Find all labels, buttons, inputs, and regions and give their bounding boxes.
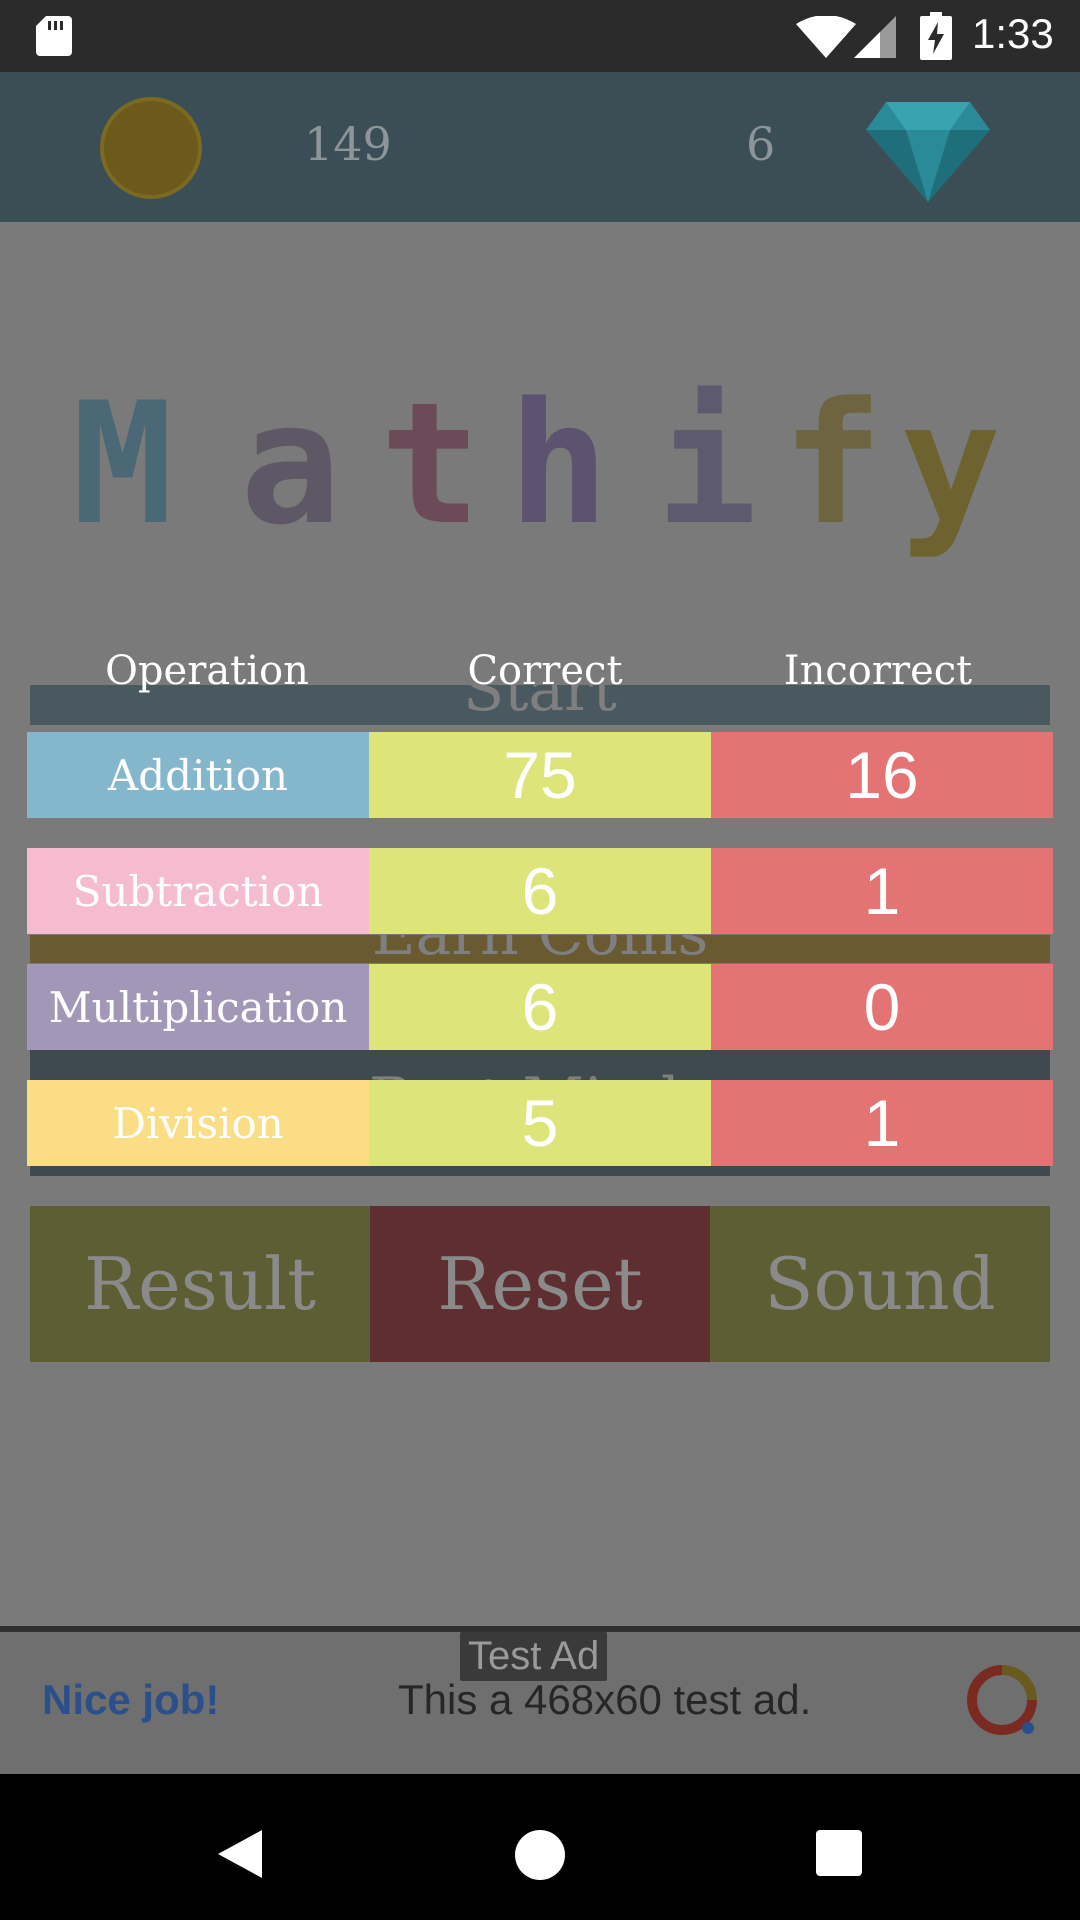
header-operation: Operation bbox=[105, 648, 309, 694]
operation-cell-subtraction: Subtraction bbox=[27, 848, 369, 934]
header-correct: Correct bbox=[467, 648, 623, 694]
recents-icon[interactable] bbox=[816, 1830, 862, 1876]
ad-headline[interactable]: Nice job! bbox=[42, 1676, 219, 1724]
coin-icon[interactable] bbox=[100, 97, 202, 199]
result-button[interactable]: Result bbox=[30, 1206, 370, 1362]
reset-button[interactable]: Reset bbox=[370, 1206, 710, 1362]
incorrect-cell-subtraction: 1 bbox=[711, 848, 1053, 934]
operation-cell-division: Division bbox=[27, 1080, 369, 1166]
ad-logo-icon[interactable] bbox=[966, 1664, 1038, 1736]
incorrect-cell-multiplication: 0 bbox=[711, 964, 1053, 1050]
operation-cell-multiplication: Multiplication bbox=[27, 964, 369, 1050]
battery-icon bbox=[920, 12, 952, 60]
back-icon[interactable] bbox=[212, 1826, 268, 1882]
logo-letter: i bbox=[656, 366, 758, 562]
clock: 1:33 bbox=[972, 10, 1054, 57]
menu-bottom-edge bbox=[30, 1166, 1050, 1176]
signal-icon bbox=[854, 16, 896, 58]
correct-cell-subtraction: 6 bbox=[369, 848, 711, 934]
navigation-bar bbox=[0, 1774, 1080, 1920]
logo-letter: h bbox=[508, 366, 610, 562]
gems-count: 6 bbox=[746, 117, 776, 171]
earn-coins-menu-label: Earn Coins bbox=[372, 935, 709, 963]
ad-text[interactable]: This a 468x60 test ad. bbox=[398, 1676, 811, 1724]
incorrect-cell-division: 1 bbox=[711, 1080, 1053, 1166]
home-icon[interactable] bbox=[515, 1830, 565, 1880]
correct-cell-division: 5 bbox=[369, 1080, 711, 1166]
wifi-icon bbox=[796, 16, 856, 58]
earn-coins-menu-button[interactable]: Earn Coins bbox=[30, 935, 1050, 963]
diamond-icon[interactable] bbox=[866, 102, 990, 202]
top-bar: 149 6 bbox=[0, 72, 1080, 222]
logo-letter: a bbox=[240, 366, 342, 562]
logo-letter: M bbox=[72, 366, 174, 562]
app-logo: M a t h i f y bbox=[0, 380, 1080, 580]
sound-button[interactable]: Sound bbox=[710, 1206, 1050, 1362]
best-minds-menu-button[interactable]: Best Minds bbox=[30, 1050, 1050, 1082]
logo-letter: t bbox=[380, 366, 482, 562]
correct-cell-multiplication: 6 bbox=[369, 964, 711, 1050]
header-incorrect: Incorrect bbox=[783, 648, 973, 694]
logo-letter: y bbox=[900, 366, 1002, 562]
coins-count: 149 bbox=[304, 117, 392, 171]
logo-letter: f bbox=[782, 366, 884, 562]
sd-card-icon bbox=[36, 16, 72, 56]
operation-cell-addition: Addition bbox=[27, 732, 369, 818]
correct-cell-addition: 75 bbox=[369, 732, 711, 818]
ad-tag: Test Ad bbox=[460, 1632, 608, 1681]
incorrect-cell-addition: 16 bbox=[711, 732, 1053, 818]
status-bar: 1:33 bbox=[0, 0, 1080, 72]
